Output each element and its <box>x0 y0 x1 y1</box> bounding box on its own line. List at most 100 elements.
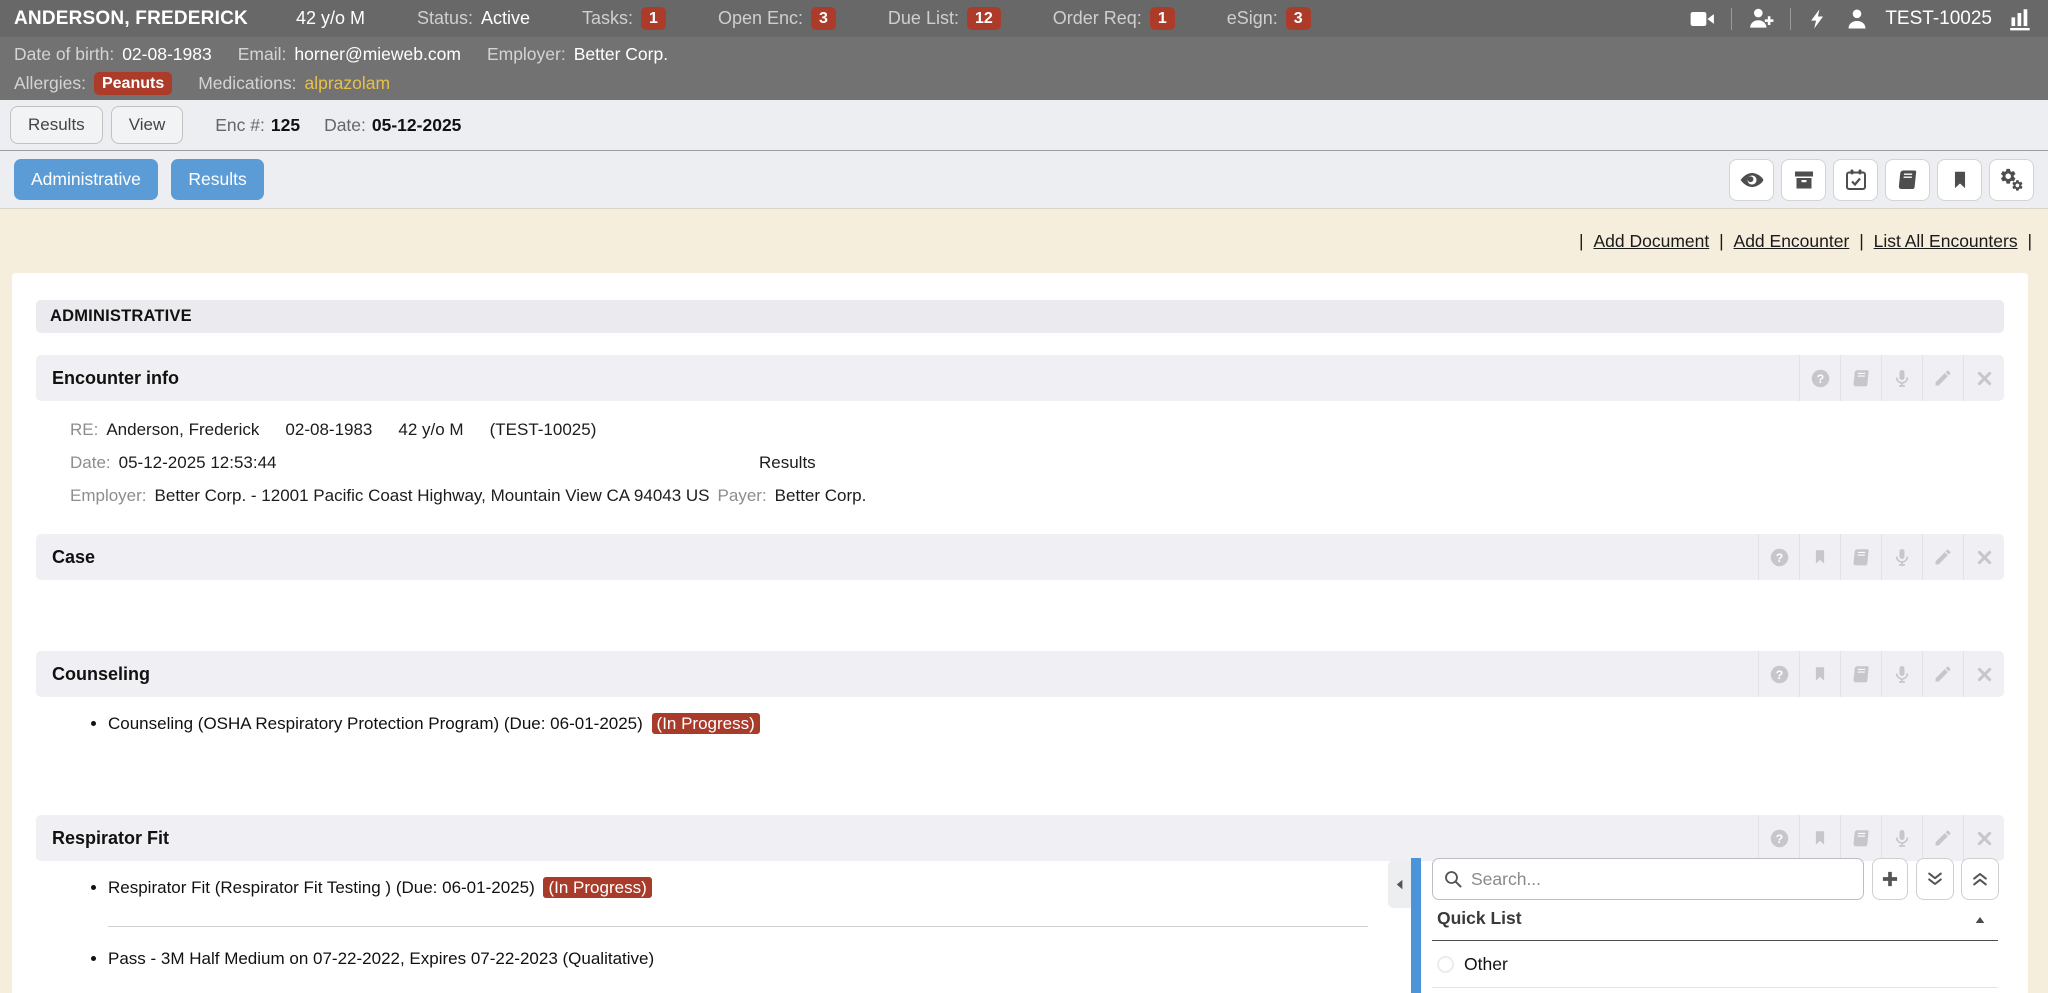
esign-count-badge[interactable]: 3 <box>1286 7 1311 30</box>
open-enc-counter: Open Enc: 3 <box>718 7 836 30</box>
demographics-bar: Date of birth: 02-08-1983 Email: horner@… <box>0 37 2048 100</box>
microphone-icon[interactable] <box>1881 355 1922 401</box>
list-item[interactable]: Counseling (OSHA Respiratory Protection … <box>108 714 2004 744</box>
status-label: Status: <box>417 8 473 29</box>
counseling-item-text: Counseling (OSHA Respiratory Protection … <box>108 714 643 733</box>
counseling-items: Counseling (OSHA Respiratory Protection … <box>36 714 2004 744</box>
date-row: Date: 05-12-2025 12:53:44 Results <box>70 446 2004 479</box>
status-badge: (In Progress) <box>652 713 760 734</box>
re-row: RE: Anderson, Frederick 02-08-1983 42 y/… <box>70 413 2004 446</box>
header-actions: TEST-10025 <box>1689 6 2034 32</box>
search-input[interactable] <box>1471 869 1853 890</box>
case-content-empty <box>36 580 2004 629</box>
enc-number-value: 125 <box>271 115 300 136</box>
open-enc-count-badge[interactable]: 3 <box>811 7 836 30</box>
user-icon[interactable] <box>1845 7 1869 31</box>
settings-button[interactable] <box>1989 159 2034 201</box>
case-title: Case <box>52 547 95 568</box>
calendar-button[interactable] <box>1833 159 1878 201</box>
due-list-count-badge[interactable]: 12 <box>967 7 1001 30</box>
help-icon[interactable] <box>1758 815 1799 861</box>
chart-notes-button[interactable] <box>1885 159 1930 201</box>
quicklist-add-button[interactable] <box>1872 858 1908 900</box>
close-icon[interactable] <box>1963 355 2004 401</box>
counseling-title: Counseling <box>52 664 150 685</box>
patient-summary: ANDERSON, FREDERICK 42 y/o M Status: Act… <box>14 7 1311 30</box>
medication-value[interactable]: alprazolam <box>304 73 390 94</box>
encounter-info-header: Encounter info <box>36 355 2004 401</box>
payer-value: Better Corp. <box>775 486 867 506</box>
results-nav-button[interactable]: Results <box>171 159 263 200</box>
edit-pencil-icon[interactable] <box>1922 355 1963 401</box>
bookmark-button[interactable] <box>1937 159 1982 201</box>
preview-eye-button[interactable] <box>1729 159 1774 201</box>
quicklist-search-box <box>1432 858 1864 900</box>
respirator-result-text: Pass - 3M Half Medium on 07-22-2022, Exp… <box>108 949 654 968</box>
page: ANDERSON, FREDERICK 42 y/o M Status: Act… <box>0 0 2048 993</box>
bookmark-icon[interactable] <box>1799 534 1840 580</box>
stats-chart-icon[interactable] <box>2008 6 2034 32</box>
book-icon[interactable] <box>1840 651 1881 697</box>
link-separator: | <box>1859 231 1864 251</box>
video-call-icon[interactable] <box>1689 6 1715 32</box>
quicklist-collapse-all-button[interactable] <box>1961 858 1999 900</box>
dob-label: Date of birth: <box>14 44 114 65</box>
help-icon[interactable] <box>1799 355 1840 401</box>
bookmark-icon[interactable] <box>1799 651 1840 697</box>
order-req-label: Order Req: <box>1053 8 1142 29</box>
divider <box>1731 8 1732 30</box>
allergies-label: Allergies: <box>14 73 86 94</box>
view-tab-button[interactable]: View <box>111 106 184 144</box>
list-item[interactable]: Pass - 3M Half Medium on 07-22-2022, Exp… <box>108 949 2004 979</box>
book-icon[interactable] <box>1840 534 1881 580</box>
quicklist-collapse-tab[interactable] <box>1388 860 1412 908</box>
quicklist-expand-all-button[interactable] <box>1916 858 1954 900</box>
tasks-label: Tasks: <box>582 8 633 29</box>
book-icon[interactable] <box>1840 355 1881 401</box>
bookmark-icon <box>1949 169 1971 191</box>
patient-name[interactable]: ANDERSON, FREDERICK <box>14 8 248 30</box>
edit-pencil-icon[interactable] <box>1922 534 1963 580</box>
quicklist-item-other[interactable]: Other <box>1437 954 1508 975</box>
microphone-icon[interactable] <box>1881 534 1922 580</box>
email-label: Email: <box>238 44 287 65</box>
dob-value: 02-08-1983 <box>122 44 212 65</box>
user-id[interactable]: TEST-10025 <box>1885 8 1992 30</box>
add-document-link[interactable]: Add Document <box>1593 231 1709 251</box>
book-icon[interactable] <box>1840 815 1881 861</box>
microphone-icon[interactable] <box>1881 815 1922 861</box>
employer-row: Employer: Better Corp. - 12001 Pacific C… <box>70 479 2004 512</box>
close-icon[interactable] <box>1963 815 2004 861</box>
quicklist-title: Quick List <box>1437 908 1522 929</box>
close-icon[interactable] <box>1963 651 2004 697</box>
calendar-check-icon <box>1844 168 1868 192</box>
edit-pencil-icon[interactable] <box>1922 815 1963 861</box>
encounter-info-content: RE: Anderson, Frederick 02-08-1983 42 y/… <box>70 413 2004 512</box>
list-all-encounters-link[interactable]: List All Encounters <box>1874 231 2018 251</box>
quicklist-item-divider <box>1432 987 1998 988</box>
triangle-up-icon[interactable] <box>1972 912 1988 928</box>
order-req-count-badge[interactable]: 1 <box>1150 7 1175 30</box>
help-icon[interactable] <box>1758 651 1799 697</box>
plus-icon <box>1880 869 1900 889</box>
enc-date-value: 05-12-2025 <box>372 115 462 136</box>
edit-pencil-icon[interactable] <box>1922 651 1963 697</box>
encounter-info-tools <box>1799 355 2004 401</box>
add-person-icon[interactable] <box>1748 6 1774 32</box>
radio-icon[interactable] <box>1437 956 1454 973</box>
results-tab-button[interactable]: Results <box>10 106 103 144</box>
eye-icon <box>1739 167 1765 193</box>
quick-actions-bolt-icon[interactable] <box>1807 7 1829 31</box>
tasks-count-badge[interactable]: 1 <box>641 7 666 30</box>
administrative-section-header: ADMINISTRATIVE <box>36 300 2004 333</box>
archive-button[interactable] <box>1781 159 1826 201</box>
close-icon[interactable] <box>1963 534 2004 580</box>
add-encounter-link[interactable]: Add Encounter <box>1734 231 1850 251</box>
date-label: Date: <box>70 453 111 473</box>
help-icon[interactable] <box>1758 534 1799 580</box>
allergy-badge[interactable]: Peanuts <box>94 72 172 95</box>
archive-box-icon <box>1792 168 1816 192</box>
microphone-icon[interactable] <box>1881 651 1922 697</box>
bookmark-icon[interactable] <box>1799 815 1840 861</box>
administrative-nav-button[interactable]: Administrative <box>14 159 158 200</box>
